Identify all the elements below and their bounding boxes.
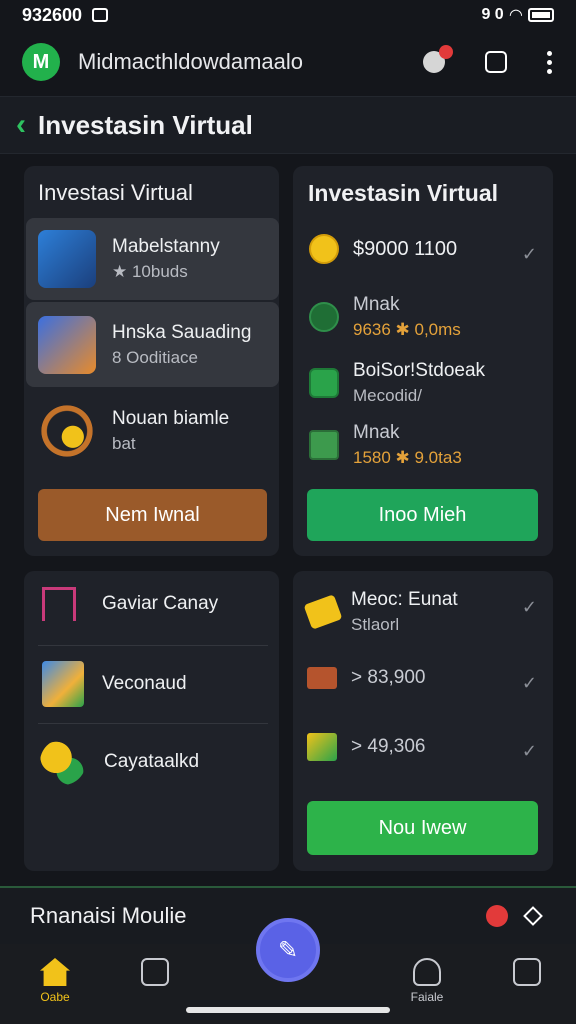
item-title: Mnak [353,422,400,443]
list-item[interactable]: Mnak 1580 ✱ 9.0ta3 [309,422,462,468]
item-title: > 83,900 [351,667,426,688]
primary-button[interactable]: Nou Iwew [307,801,538,855]
notification-badge [439,45,453,59]
invoice-icon [309,430,339,460]
nav-profile[interactable]: Faiale [392,958,462,1004]
keys-icon [307,733,337,761]
home-indicator [186,1007,390,1013]
chart-icon [141,958,169,986]
item-title: Veconaud [102,673,187,694]
building-icon [42,587,76,621]
app-bar: M Midmacthldowdamaalo [0,32,576,92]
coin-ring-icon [38,402,96,460]
check-icon: ✓ [521,741,537,761]
wallet-icon [307,667,337,689]
status-bar: 932600 9 0 ◠ [0,0,576,30]
nav-label: Faiale [410,990,444,1004]
item-title: BoiSor!Stdoeak [353,360,486,381]
more-icon[interactable] [547,50,552,74]
section-title: Rnanaisi Moulie [30,903,187,928]
notification-icon [92,8,109,22]
page-title: Investasin Virtual [38,109,253,140]
check-icon: ✓ [521,673,537,693]
card-summary: Meoc: Eunat Stlaorl ✓ > 83,900 ✓ > 49,30… [293,571,553,871]
divider [38,723,268,724]
item-title: Cayataalkd [104,751,200,772]
item-title: Mnak [353,294,400,315]
list-item[interactable]: Hnska Sauading 8 Ooditiace [38,316,251,374]
item-subtitle: ★ 10buds [112,262,188,281]
profile-icon [413,958,441,986]
primary-button[interactable]: Inoo Mieh [307,489,538,541]
item-title: > 49,306 [351,736,426,757]
chat-icon[interactable] [485,51,507,73]
list-item[interactable]: BoiSor!Stdoeak Mecodid/ [309,360,485,406]
card-links: Gaviar Canay Veconaud Cayataalkd [24,571,279,871]
fab-button[interactable]: ✎ [256,918,320,982]
item-title: Gaviar Canay [102,593,219,614]
list-item[interactable]: Gaviar Canay [42,587,218,621]
battery-icon [528,8,554,22]
alert-icon[interactable] [486,905,508,927]
list-item[interactable]: Veconaud [42,661,187,707]
back-icon[interactable]: ‹ [16,110,26,140]
status-time: 932600 [22,4,83,25]
list-item[interactable]: > 49,306 [307,733,426,761]
primary-button[interactable]: Nem Iwnal [38,489,267,541]
card-investasin: Investasin Virtual $9000 1100 ✓ Mnak 963… [293,166,553,556]
wifi-icon: ◠ [509,7,522,24]
item-title: $9000 1100 [353,237,458,260]
fab-icon: ✎ [277,936,299,964]
list-item[interactable]: Nouan biamle bat [38,402,229,460]
avatar [38,230,96,288]
card-investasi: Investasi Virtual Mabelstanny ★ 10buds H… [24,166,279,556]
list-item[interactable]: Mnak 9636 ✱ 0,0ms [309,294,461,340]
home-icon [40,958,70,986]
nav-stats[interactable] [120,958,190,990]
card2-title: Investasin Virtual [308,180,499,206]
item-subtitle: Stlaorl [351,615,400,634]
list-item[interactable]: Cayataalkd [40,739,199,785]
nav-label: Oabe [40,990,70,1004]
item-title: Hnska Sauading [112,322,252,343]
coins-icon [40,739,86,785]
gold-bar-icon [303,594,343,630]
app-title: Midmacthldowdamaalo [78,49,303,74]
page-header: ‹ Investasin Virtual [0,96,576,154]
money-icon [309,302,339,332]
report-icon [42,661,84,707]
item-subtitle: 9636 ✱ 0,0ms [353,320,461,339]
document-icon [38,316,96,374]
item-title: Mabelstanny [112,236,220,257]
item-title: Nouan biamle [112,408,230,429]
edit-icon [513,958,541,986]
list-item[interactable]: $9000 1100 [309,234,457,264]
coin-icon [309,234,339,264]
app-logo: M [22,43,60,81]
item-title: Meoc: Eunat [351,589,458,610]
nav-home[interactable]: Oabe [20,958,90,1004]
check-icon: ✓ [521,597,537,617]
divider [38,645,268,646]
check-icon: ✓ [521,244,537,264]
list-item[interactable]: > 83,900 [307,667,426,689]
list-item[interactable]: Meoc: Eunat Stlaorl [303,589,458,635]
diamond-icon[interactable] [523,906,543,926]
tools-icon [309,368,339,398]
list-item[interactable]: Mabelstanny ★ 10buds [38,230,220,288]
item-subtitle: Mecodid/ [353,386,422,405]
card1-title: Investasi Virtual [38,180,193,205]
item-subtitle: 8 Ooditiace [112,348,198,367]
item-subtitle: 1580 ✱ 9.0ta3 [353,448,462,467]
nav-edit[interactable] [492,958,562,990]
item-subtitle: bat [112,434,136,453]
bell-icon[interactable] [423,45,453,73]
status-right-text: 9 0 [481,6,504,23]
